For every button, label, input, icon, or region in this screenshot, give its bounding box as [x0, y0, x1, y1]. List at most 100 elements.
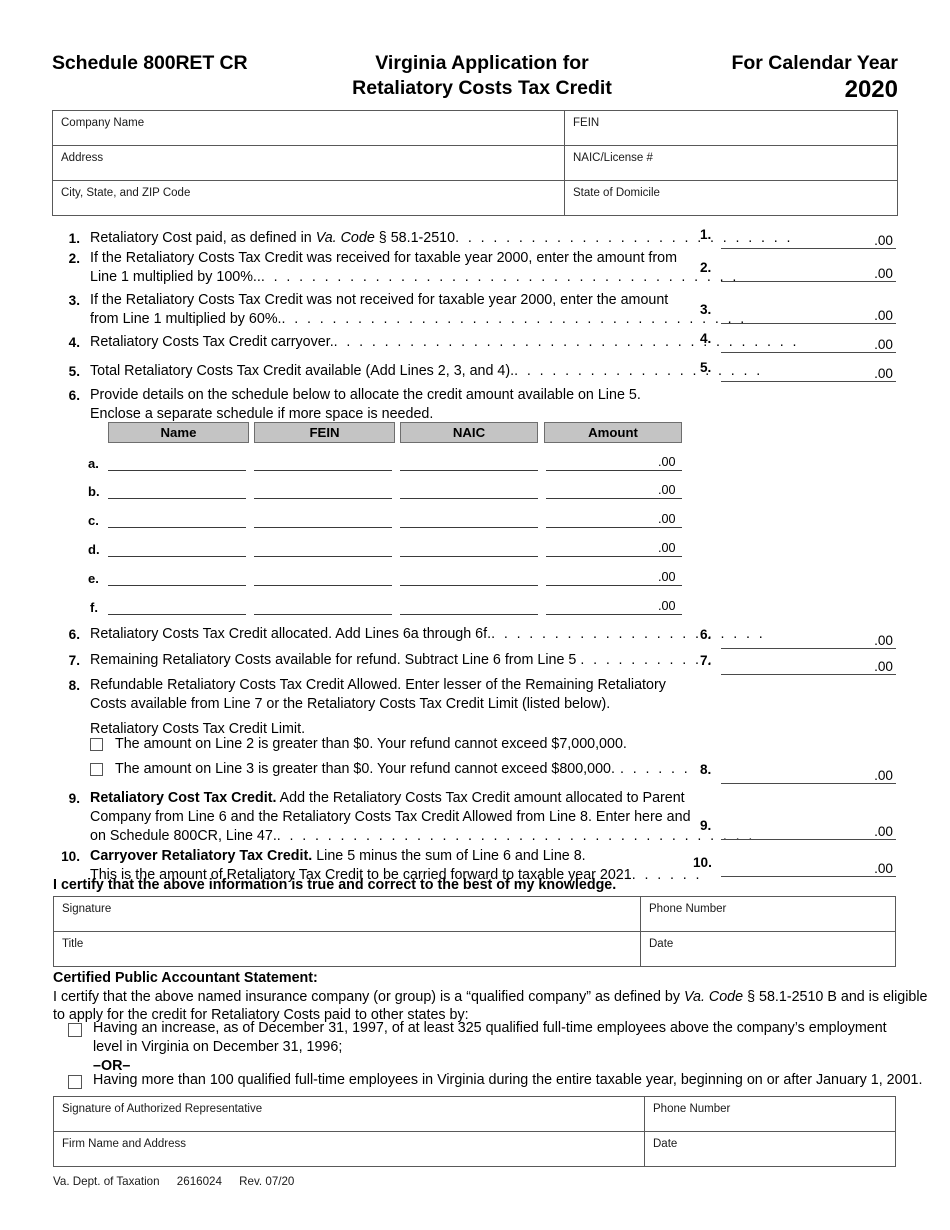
checkbox-line3-limit[interactable] — [90, 763, 103, 776]
amount-line-2[interactable]: 2. .00 — [700, 260, 896, 282]
authorized-phone-number-field[interactable]: Phone Number — [644, 1097, 897, 1131]
amount-line-3[interactable]: 3. .00 — [700, 302, 896, 324]
title-field[interactable]: Title — [54, 932, 640, 966]
certification-statement: I certify that the above information is … — [53, 877, 617, 893]
checkbox-cpa-option-2-label: Having more than 100 qualified full-time… — [93, 1072, 923, 1088]
amount-line-10[interactable]: 10. .00 — [693, 855, 896, 877]
schedule-row-c-label: c. — [88, 513, 99, 528]
table-row: Title Date — [54, 932, 895, 966]
footer-revision: Rev. 07/20 — [239, 1175, 295, 1188]
schedule-row-f-amount-input[interactable] — [546, 614, 682, 615]
schedule-row-f-name-input[interactable] — [108, 614, 246, 615]
line-6-text: Retaliatory Costs Tax Credit allocated. … — [90, 625, 765, 645]
schedule-row-a-naic-input[interactable] — [400, 470, 538, 471]
firm-name-address-field[interactable]: Firm Name and Address — [54, 1132, 644, 1166]
line-6-intro-number: 6. — [68, 388, 80, 403]
amount-line-1[interactable]: 1. .00 — [700, 227, 896, 249]
schedule-row-e-fein-input[interactable] — [254, 585, 392, 586]
amount-line-6-cents: .00 — [874, 633, 893, 648]
line-6-intro-row1: Provide details on the schedule below to… — [90, 387, 641, 403]
cpa-body-code: Va. Code — [684, 989, 744, 1005]
checkbox-cpa-option-1[interactable] — [68, 1023, 82, 1037]
schedule-row-c-fein-input[interactable] — [254, 527, 392, 528]
schedule-row-e-amount-input[interactable] — [546, 585, 682, 586]
line-9-text-row3-label: on Schedule 800CR, Line 47. — [90, 828, 277, 844]
cpa-body-b: § 58.1-2510 B and is eligible — [743, 989, 928, 1005]
schedule-row-b-amount-input[interactable] — [546, 498, 682, 499]
amount-line-7-rule — [721, 674, 896, 675]
schedule-column-naic: NAIC — [400, 422, 538, 443]
address-field[interactable]: Address — [53, 146, 564, 180]
footer-form-number: 2616024 — [176, 1175, 222, 1188]
schedule-row-b-name-input[interactable] — [108, 498, 246, 499]
line-10-bold-label: Carryover Retaliatory Tax Credit. — [90, 848, 313, 864]
phone-number-field[interactable]: Phone Number — [640, 897, 897, 931]
amount-line-7-cents: .00 — [874, 659, 893, 674]
line-9-text-row1: Retaliatory Cost Tax Credit. Add the Ret… — [90, 789, 685, 809]
line-10-text-row1: Carryover Retaliatory Tax Credit. Line 5… — [90, 847, 586, 867]
authorized-signature-field[interactable]: Signature of Authorized Representative — [54, 1097, 644, 1131]
checkbox-cpa-option-2[interactable] — [68, 1075, 82, 1089]
amount-line-9[interactable]: 9. .00 — [700, 818, 896, 840]
signature-field[interactable]: Signature — [54, 897, 640, 931]
line-4-text: Retaliatory Costs Tax Credit carryover..… — [90, 333, 799, 353]
company-name-field[interactable]: Company Name — [53, 111, 564, 145]
schedule-row-c-naic-input[interactable] — [400, 527, 538, 528]
schedule-column-amount: Amount — [544, 422, 682, 443]
schedule-column-name: Name — [108, 422, 249, 443]
amount-line-7[interactable]: 7. .00 — [700, 653, 896, 675]
schedule-row-a-fein-input[interactable] — [254, 470, 392, 471]
line-9-number: 9. — [68, 791, 80, 806]
line-3-number: 3. — [68, 293, 80, 308]
schedule-row-a-amount-input[interactable] — [546, 470, 682, 471]
line-9-text-row3: on Schedule 800CR, Line 47.. . . . . . .… — [90, 827, 755, 847]
schedule-row-e-naic-input[interactable] — [400, 585, 538, 586]
footer-agency: Va. Dept. of Taxation — [53, 1175, 160, 1188]
amount-line-10-number: 10. — [693, 855, 712, 870]
line-9-bold-label: Retaliatory Cost Tax Credit. — [90, 790, 277, 806]
form-title-line1: Virginia Application for — [375, 52, 589, 74]
amount-line-6-rule — [721, 648, 896, 649]
amount-line-4[interactable]: 4. .00 — [700, 331, 896, 353]
table-row: Signature of Authorized Representative P… — [54, 1097, 895, 1132]
amount-line-6-number: 6. — [700, 627, 712, 642]
line-5-number: 5. — [68, 364, 80, 379]
calendar-year-block: For Calendar Year 2020 — [638, 51, 898, 102]
line-7-number: 7. — [68, 653, 80, 668]
schedule-row-b-fein-input[interactable] — [254, 498, 392, 499]
schedule-row-c-amount-input[interactable] — [546, 527, 682, 528]
amount-line-8[interactable]: 8. .00 — [700, 762, 896, 784]
schedule-row-f-fein-input[interactable] — [254, 614, 392, 615]
line-10-number: 10. — [61, 849, 80, 864]
schedule-row-f-naic-input[interactable] — [400, 614, 538, 615]
checkbox-line2-limit[interactable] — [90, 738, 103, 751]
state-of-domicile-field[interactable]: State of Domicile — [564, 181, 899, 215]
schedule-row-e-name-input[interactable] — [108, 585, 246, 586]
schedule-row-a-name-input[interactable] — [108, 470, 246, 471]
schedule-row-d-name-input[interactable] — [108, 556, 246, 557]
date-field[interactable]: Date — [640, 932, 897, 966]
line-2-leader-dots: . . . . . . . . . . . . . . . . . . . . … — [260, 269, 739, 285]
schedule-row-b-naic-input[interactable] — [400, 498, 538, 499]
amount-line-3-rule — [721, 323, 896, 324]
line-2-number: 2. — [68, 251, 80, 266]
authorized-date-field[interactable]: Date — [644, 1132, 897, 1166]
naic-license-field[interactable]: NAIC/License # — [564, 146, 899, 180]
schedule-row-c-cents: .00 — [658, 512, 676, 526]
schedule-row-d-amount-input[interactable] — [546, 556, 682, 557]
schedule-row-d-naic-input[interactable] — [400, 556, 538, 557]
checkbox-line3-limit-text: The amount on Line 3 is greater than $0.… — [115, 761, 615, 777]
amount-line-5[interactable]: 5. .00 — [700, 360, 896, 382]
amount-line-8-cents: .00 — [874, 768, 893, 783]
company-info-table: Company Name FEIN Address NAIC/License #… — [52, 110, 898, 216]
line-1-text-a: Retaliatory Cost paid, as defined in — [90, 230, 316, 246]
line-1-number: 1. — [68, 231, 80, 246]
amount-line-3-number: 3. — [700, 302, 712, 317]
schedule-row-c-name-input[interactable] — [108, 527, 246, 528]
schedule-row-d-fein-input[interactable] — [254, 556, 392, 557]
form-header: Schedule 800RET CR Virginia Application … — [52, 48, 898, 104]
signature-table: Signature Phone Number Title Date — [53, 896, 896, 967]
fein-field[interactable]: FEIN — [564, 111, 899, 145]
amount-line-6[interactable]: 6. .00 — [700, 627, 896, 649]
city-state-zip-field[interactable]: City, State, and ZIP Code — [53, 181, 564, 215]
